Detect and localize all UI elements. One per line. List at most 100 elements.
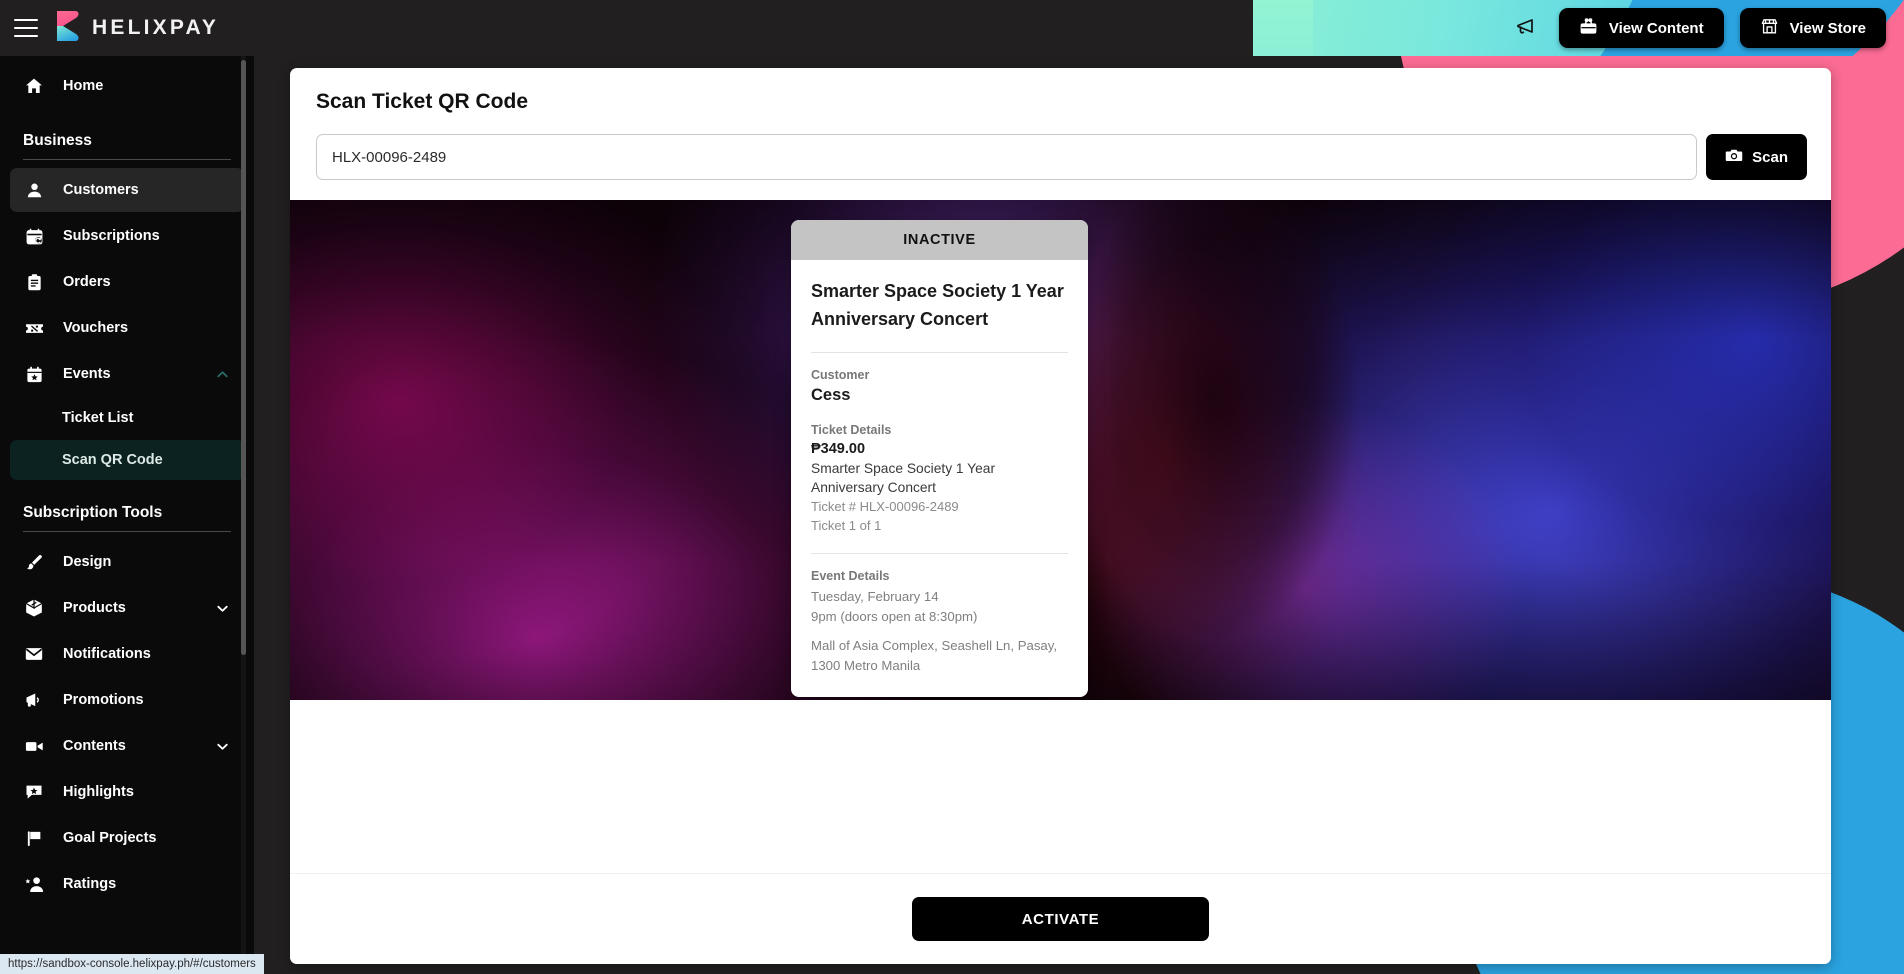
banner-mint-edge	[1253, 0, 1313, 56]
event-date: Tuesday, February 14	[811, 589, 939, 605]
sidebar-subitem-label: Ticket List	[62, 410, 134, 426]
paintbrush-icon	[23, 551, 45, 573]
scan-button-label: Scan	[1752, 148, 1788, 166]
storefront-icon	[1760, 17, 1779, 40]
sidebar-item-ratings[interactable]: Ratings	[10, 862, 244, 906]
divider	[811, 553, 1068, 555]
sidebar-item-label: Notifications	[63, 646, 151, 662]
sidebar-section-title-business: Business	[23, 132, 92, 149]
event-time: 9pm (doors open at 8:30pm)	[811, 608, 978, 624]
event-banner-image: INACTIVE Smarter Space Society 1 Year An…	[290, 200, 1831, 700]
camera-icon	[1725, 146, 1743, 168]
top-bar-left: HELIXPAY	[0, 0, 260, 56]
sidebar-subitem-ticket-list[interactable]: Ticket List	[10, 398, 244, 438]
scan-button[interactable]: Scan	[1706, 134, 1807, 180]
ticket-card: INACTIVE Smarter Space Society 1 Year An…	[791, 220, 1088, 698]
box-icon	[23, 597, 45, 619]
customer-label: Customer	[811, 367, 870, 382]
star-chat-icon	[23, 781, 45, 803]
sidebar-item-label: Design	[63, 554, 112, 570]
chevron-up-icon	[214, 366, 231, 383]
app-root: HELIXPAY View Content View Store Home Bu…	[0, 0, 1904, 974]
sidebar-section-title-subscription-tools: Subscription Tools	[23, 504, 163, 521]
sidebar-item-goal-projects[interactable]: Goal Projects	[10, 816, 244, 860]
sidebar-item-label: Home	[63, 78, 104, 94]
event-venue: Mall of Asia Complex, Seashell Ln, Pasay…	[811, 638, 1058, 673]
ticket-icon	[1579, 17, 1598, 40]
helixpay-logo-icon	[54, 10, 81, 47]
sidebar-item-highlights[interactable]: Highlights	[10, 770, 244, 814]
sidebar-divider	[23, 531, 231, 532]
sidebar-content: Home Business Customers Subscriptions Or…	[0, 64, 254, 906]
sidebar-item-label: Goal Projects	[63, 830, 157, 846]
main-panel: Scan Ticket QR Code Scan	[290, 68, 1831, 964]
view-store-label: View Store	[1789, 19, 1866, 37]
envelope-icon	[23, 643, 45, 665]
sidebar-item-notifications[interactable]: Notifications	[10, 632, 244, 676]
scan-row: Scan	[290, 114, 1831, 180]
customer-name: Cess	[811, 385, 851, 404]
sidebar-item-label: Ratings	[63, 876, 117, 892]
sidebar-item-contents[interactable]: Contents	[10, 724, 244, 768]
chevron-down-icon	[214, 600, 231, 617]
sidebar-item-customers[interactable]: Customers	[10, 168, 244, 212]
sidebar-item-events[interactable]: Events	[10, 352, 244, 396]
activate-bar: ACTIVATE	[290, 873, 1831, 964]
home-icon	[23, 75, 45, 97]
sidebar-item-home[interactable]: Home	[10, 64, 244, 108]
event-details-label: Event Details	[811, 569, 890, 584]
view-store-button[interactable]: View Store	[1739, 8, 1886, 48]
hamburger-menu-icon[interactable]	[14, 19, 38, 37]
megaphone-icon	[23, 689, 45, 711]
top-bar: HELIXPAY View Content View Store	[0, 0, 1904, 56]
ticket-price: ₱349.00	[811, 440, 866, 457]
sidebar-subitem-scan-qr-code[interactable]: Scan QR Code	[10, 440, 244, 480]
browser-status-bar: https://sandbox-console.helixpay.ph/#/cu…	[0, 954, 264, 974]
megaphone-icon[interactable]	[1509, 11, 1543, 45]
view-content-label: View Content	[1608, 19, 1704, 37]
scan-input[interactable]	[316, 134, 1698, 180]
sidebar-item-label: Subscriptions	[63, 228, 160, 244]
status-badge: INACTIVE	[791, 220, 1088, 260]
chevron-down-icon	[214, 738, 231, 755]
sidebar-item-label: Promotions	[63, 692, 144, 708]
sidebar-item-vouchers[interactable]: Vouchers	[10, 306, 244, 350]
ticket-details-label: Ticket Details	[811, 422, 892, 437]
sidebar-item-promotions[interactable]: Promotions	[10, 678, 244, 722]
sidebar-item-design[interactable]: Design	[10, 540, 244, 584]
sidebar-divider	[23, 159, 231, 160]
calendar-refresh-icon	[23, 225, 45, 247]
sidebar-item-label: Customers	[63, 182, 139, 198]
sidebar-item-label: Highlights	[63, 784, 134, 800]
sidebar-subitem-label: Scan QR Code	[62, 452, 163, 468]
ticket-card-body: Smarter Space Society 1 Year Anniversary…	[791, 260, 1088, 697]
person-star-icon	[23, 873, 45, 895]
ticket-item-name: Smarter Space Society 1 Year Anniversary…	[811, 460, 996, 495]
sidebar-scrollbar-thumb[interactable]	[241, 60, 246, 655]
calendar-star-icon	[23, 363, 45, 385]
clipboard-icon	[23, 271, 45, 293]
top-bar-actions: View Content View Store	[1509, 0, 1886, 56]
sidebar-item-label: Products	[63, 600, 126, 616]
sidebar-item-label: Orders	[63, 274, 111, 290]
brand[interactable]: HELIXPAY	[54, 10, 219, 47]
sidebar-item-label: Events	[63, 366, 111, 382]
ticket-event-title: Smarter Space Society 1 Year Anniversary…	[811, 281, 1064, 329]
sidebar-item-label: Contents	[63, 738, 126, 754]
sidebar-item-subscriptions[interactable]: Subscriptions	[10, 214, 244, 258]
flag-icon	[23, 827, 45, 849]
sidebar-item-label: Vouchers	[63, 320, 129, 336]
brand-name: HELIXPAY	[92, 16, 220, 39]
voucher-percent-icon	[23, 317, 45, 339]
sidebar: Home Business Customers Subscriptions Or…	[0, 56, 254, 974]
video-camera-icon	[23, 735, 45, 757]
view-content-button[interactable]: View Content	[1558, 8, 1724, 48]
sidebar-item-orders[interactable]: Orders	[10, 260, 244, 304]
sidebar-item-products[interactable]: Products	[10, 586, 244, 630]
person-icon	[23, 179, 45, 201]
divider	[811, 351, 1068, 353]
activate-button[interactable]: ACTIVATE	[912, 897, 1209, 941]
page-title: Scan Ticket QR Code	[316, 90, 529, 113]
ticket-count: Ticket 1 of 1	[811, 518, 882, 534]
ticket-number: Ticket # HLX-00096-2489	[811, 498, 959, 514]
